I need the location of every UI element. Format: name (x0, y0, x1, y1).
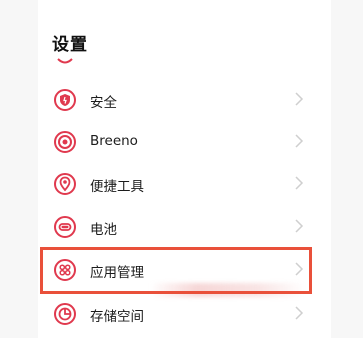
settings-item-security[interactable]: 安全 (38, 80, 318, 120)
settings-item-label: 安全 (90, 95, 117, 111)
partial-item-icon (55, 50, 75, 68)
settings-item-breeno[interactable]: Breeno (38, 122, 318, 162)
settings-item-label: 存储空间 (90, 309, 144, 325)
battery-icon (53, 215, 77, 239)
highlight-box (40, 247, 312, 294)
chevron-right-icon (294, 305, 304, 321)
settings-item-convenience-tools[interactable]: 便捷工具 (38, 164, 318, 204)
location-tools-icon (53, 172, 77, 196)
settings-item-label: 便捷工具 (90, 179, 144, 195)
settings-item-battery[interactable]: 电池 (38, 207, 318, 247)
chevron-right-icon (294, 175, 304, 191)
shield-icon (53, 88, 77, 112)
settings-item-label: 电池 (90, 222, 117, 238)
chevron-right-icon (294, 91, 304, 107)
storage-icon (53, 302, 77, 326)
breeno-icon (53, 130, 77, 154)
chevron-right-icon (294, 218, 304, 234)
settings-item-storage[interactable]: 存储空间 (38, 294, 318, 334)
settings-item-label: Breeno (90, 133, 138, 149)
chevron-right-icon (294, 133, 304, 149)
